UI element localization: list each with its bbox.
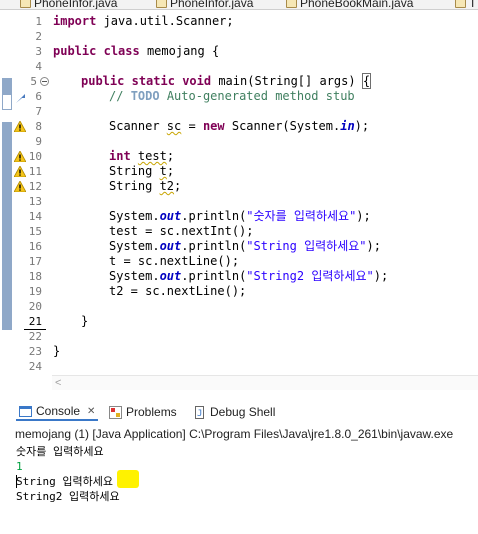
editor-tab[interactable]: T xyxy=(455,0,477,10)
line-number: 1 xyxy=(35,15,42,28)
java-file-icon xyxy=(286,0,297,8)
line-number: 4 xyxy=(35,60,42,73)
line-number-current: 21 xyxy=(28,315,42,328)
code-line: } xyxy=(81,314,89,328)
matching-bracket: { xyxy=(361,73,372,89)
console-process-label: memojang (1) [Java Application] C:\Progr… xyxy=(15,427,454,441)
code-line: Scanner sc = new Scanner(System.in); xyxy=(109,119,370,133)
code-area[interactable]: import java.util.Scanner; public class m… xyxy=(53,10,478,375)
line-number: 13 xyxy=(28,195,42,208)
line-number: 16 xyxy=(28,240,42,253)
line-number: 23 xyxy=(28,345,42,358)
editor-tab[interactable]: PhoneInfor.java xyxy=(20,0,118,10)
line-number: 15 xyxy=(28,225,42,238)
editor-tab-label: PhoneInfor.java xyxy=(34,0,118,10)
bottom-panel-tabs: Console ✕ Problems J Debug Shell xyxy=(0,400,478,424)
line-number: 2 xyxy=(35,30,42,43)
fold-toggle-icon[interactable] xyxy=(40,77,49,86)
override-marker xyxy=(2,94,12,110)
code-line: test = sc.nextInt(); xyxy=(109,224,254,238)
yellow-highlight-mark xyxy=(117,470,139,488)
line-number: 17 xyxy=(28,255,42,268)
line-number: 5 xyxy=(30,75,37,88)
code-line: int test; xyxy=(109,149,175,163)
svg-text:J: J xyxy=(197,409,202,419)
java-file-icon xyxy=(455,0,466,8)
code-line: t2 = sc.nextLine(); xyxy=(109,284,247,298)
line-number-gutter: 1 2 3 4 5 6 7 8 9 10 11 12 13 14 15 16 1… xyxy=(14,10,46,375)
code-line: public static void main(String[] args) { xyxy=(81,73,372,89)
code-line: System.out.println("String 입력하세요"); xyxy=(109,239,381,253)
java-file-icon xyxy=(20,0,31,8)
console-icon xyxy=(19,405,32,417)
line-number: 22 xyxy=(28,330,42,343)
tab-debug-shell-label: Debug Shell xyxy=(210,405,276,419)
line-number: 20 xyxy=(28,300,42,313)
console-line-input: 1 xyxy=(16,460,23,473)
editor-tab-strip: PhoneInfor.java PhoneInfor.java PhoneBoo… xyxy=(0,0,478,10)
editor-tab[interactable]: PhoneInfor.java xyxy=(156,0,254,10)
line-number: 24 xyxy=(28,360,42,373)
code-line: System.out.println("String2 입력하세요"); xyxy=(109,269,389,283)
console-line: String 입력하세요 xyxy=(16,475,113,488)
line-number: 8 xyxy=(35,120,42,133)
java-file-icon xyxy=(156,0,167,8)
editor-tab-label: T xyxy=(469,0,477,10)
console-line: String2 입력하세요 xyxy=(16,490,120,503)
line-number: 3 xyxy=(35,45,42,58)
line-number: 9 xyxy=(35,135,42,148)
scroll-left-icon[interactable]: < xyxy=(55,377,61,389)
console-output[interactable]: 숫자를 입력하세요 1 String 입력하세요 String2 입력하세요 xyxy=(0,442,478,534)
code-line: // TODO Auto-generated method stub xyxy=(109,89,355,103)
tab-console[interactable]: Console ✕ xyxy=(16,403,99,421)
editor-tab-label: PhoneBookMain.java xyxy=(300,0,414,10)
code-line: public class memojang { xyxy=(53,44,220,58)
horizontal-scrollbar[interactable]: < xyxy=(52,375,478,390)
line-number: 6 xyxy=(35,90,42,103)
line-number: 11 xyxy=(28,165,42,178)
editor-tab-label: PhoneInfor.java xyxy=(170,0,254,10)
editor-tab[interactable]: PhoneBookMain.java xyxy=(286,0,414,10)
code-line: String t; xyxy=(109,164,175,178)
code-line: System.out.println("숫자를 입력하세요"); xyxy=(109,209,371,223)
code-line: import java.util.Scanner; xyxy=(53,14,234,28)
tab-console-label: Console xyxy=(36,404,81,418)
debug-shell-icon: J xyxy=(195,405,204,419)
close-icon[interactable]: ✕ xyxy=(87,406,95,417)
current-line-marker xyxy=(24,329,46,330)
line-number: 14 xyxy=(28,210,42,223)
tab-problems[interactable]: Problems xyxy=(106,403,180,421)
line-number: 19 xyxy=(28,285,42,298)
code-editor[interactable]: 1 2 3 4 5 6 7 8 9 10 11 12 13 14 15 16 1… xyxy=(0,10,478,375)
tab-debug-shell[interactable]: J Debug Shell xyxy=(190,403,278,421)
line-number: 18 xyxy=(28,270,42,283)
tab-problems-label: Problems xyxy=(126,405,177,419)
code-line: t = sc.nextLine(); xyxy=(109,254,240,268)
line-number: 12 xyxy=(28,180,42,193)
problems-icon xyxy=(109,405,122,419)
console-line: 숫자를 입력하세요 xyxy=(16,445,104,458)
line-number: 10 xyxy=(28,150,42,163)
code-line: } xyxy=(53,344,61,358)
line-number: 7 xyxy=(35,105,42,118)
code-line: String t2; xyxy=(109,179,182,193)
change-marker xyxy=(2,122,12,330)
text-caret xyxy=(16,475,17,488)
